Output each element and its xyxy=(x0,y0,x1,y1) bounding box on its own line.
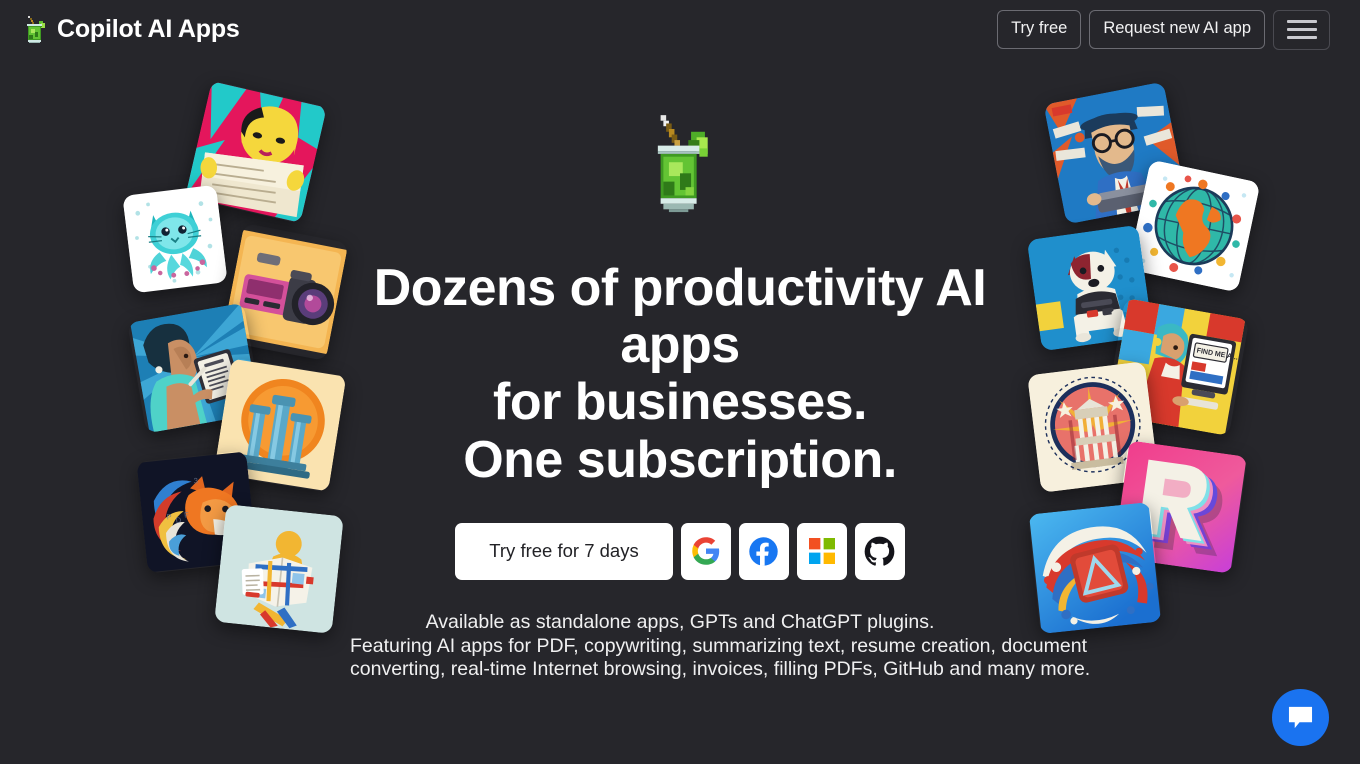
app-card-globe-network[interactable] xyxy=(1127,159,1261,293)
app-card-octopus-cat[interactable] xyxy=(122,184,228,294)
facebook-signin-button[interactable] xyxy=(738,522,789,580)
microsoft-icon xyxy=(808,538,835,565)
hamburger-bar xyxy=(1286,20,1317,23)
facebook-icon xyxy=(748,536,779,567)
hero-title-line-1: Dozens of productivity AI apps xyxy=(373,259,987,375)
hamburger-menu-button[interactable] xyxy=(1273,9,1330,50)
chat-widget-button[interactable] xyxy=(1272,689,1329,746)
hamburger-bar xyxy=(1286,36,1317,39)
right-app-card-cluster: FIND ME A... xyxy=(1020,0,1360,700)
left-app-card-cluster: PDF 3O xyxy=(0,0,348,700)
github-icon xyxy=(864,536,895,567)
svg-text:3: 3 xyxy=(193,476,198,485)
hero-subtitle-line-3: converting, real-time Internet browsing,… xyxy=(350,658,1091,681)
hamburger-bar xyxy=(1286,28,1317,31)
header-request-app-button[interactable]: Request new AI app xyxy=(1089,10,1265,49)
hero-title-line-2: for businesses. xyxy=(493,373,867,432)
brand-title: Copilot AI Apps xyxy=(57,15,240,43)
chat-bubble-icon xyxy=(1287,705,1314,730)
tropical-drink-emoji xyxy=(644,110,716,220)
brand-logo-link[interactable]: Copilot AI Apps xyxy=(22,15,240,45)
hero-title-line-3: One subscription. xyxy=(463,430,897,489)
try-free-7-days-button[interactable]: Try free for 7 days xyxy=(455,522,673,580)
tropical-drink-emoji xyxy=(22,15,48,45)
site-header: Copilot AI Apps Try free Request new AI … xyxy=(0,0,1360,59)
microsoft-signin-button[interactable] xyxy=(796,522,847,580)
hero-content: Dozens of productivity AI apps for busin… xyxy=(330,110,1091,682)
page-title: Dozens of productivity AI apps for busin… xyxy=(330,259,1030,489)
google-signin-button[interactable] xyxy=(680,522,731,580)
google-icon xyxy=(691,536,721,566)
hero-subtitle-line-1: Available as standalone apps, GPTs and C… xyxy=(425,610,935,633)
header-actions: Try free Request new AI app xyxy=(997,9,1330,50)
hero-subtitle: Available as standalone apps, GPTs and C… xyxy=(350,610,1091,682)
app-card-letter-a[interactable] xyxy=(1028,502,1162,634)
cta-button-row: Try free for 7 days xyxy=(330,522,1030,580)
svg-text:P: P xyxy=(166,512,172,521)
header-try-free-button[interactable]: Try free xyxy=(997,10,1082,49)
github-signin-button[interactable] xyxy=(854,522,905,580)
app-card-map-reader[interactable] xyxy=(214,504,344,634)
hero-subtitle-line-2: Featuring AI apps for PDF, copywriting, … xyxy=(350,634,1087,657)
